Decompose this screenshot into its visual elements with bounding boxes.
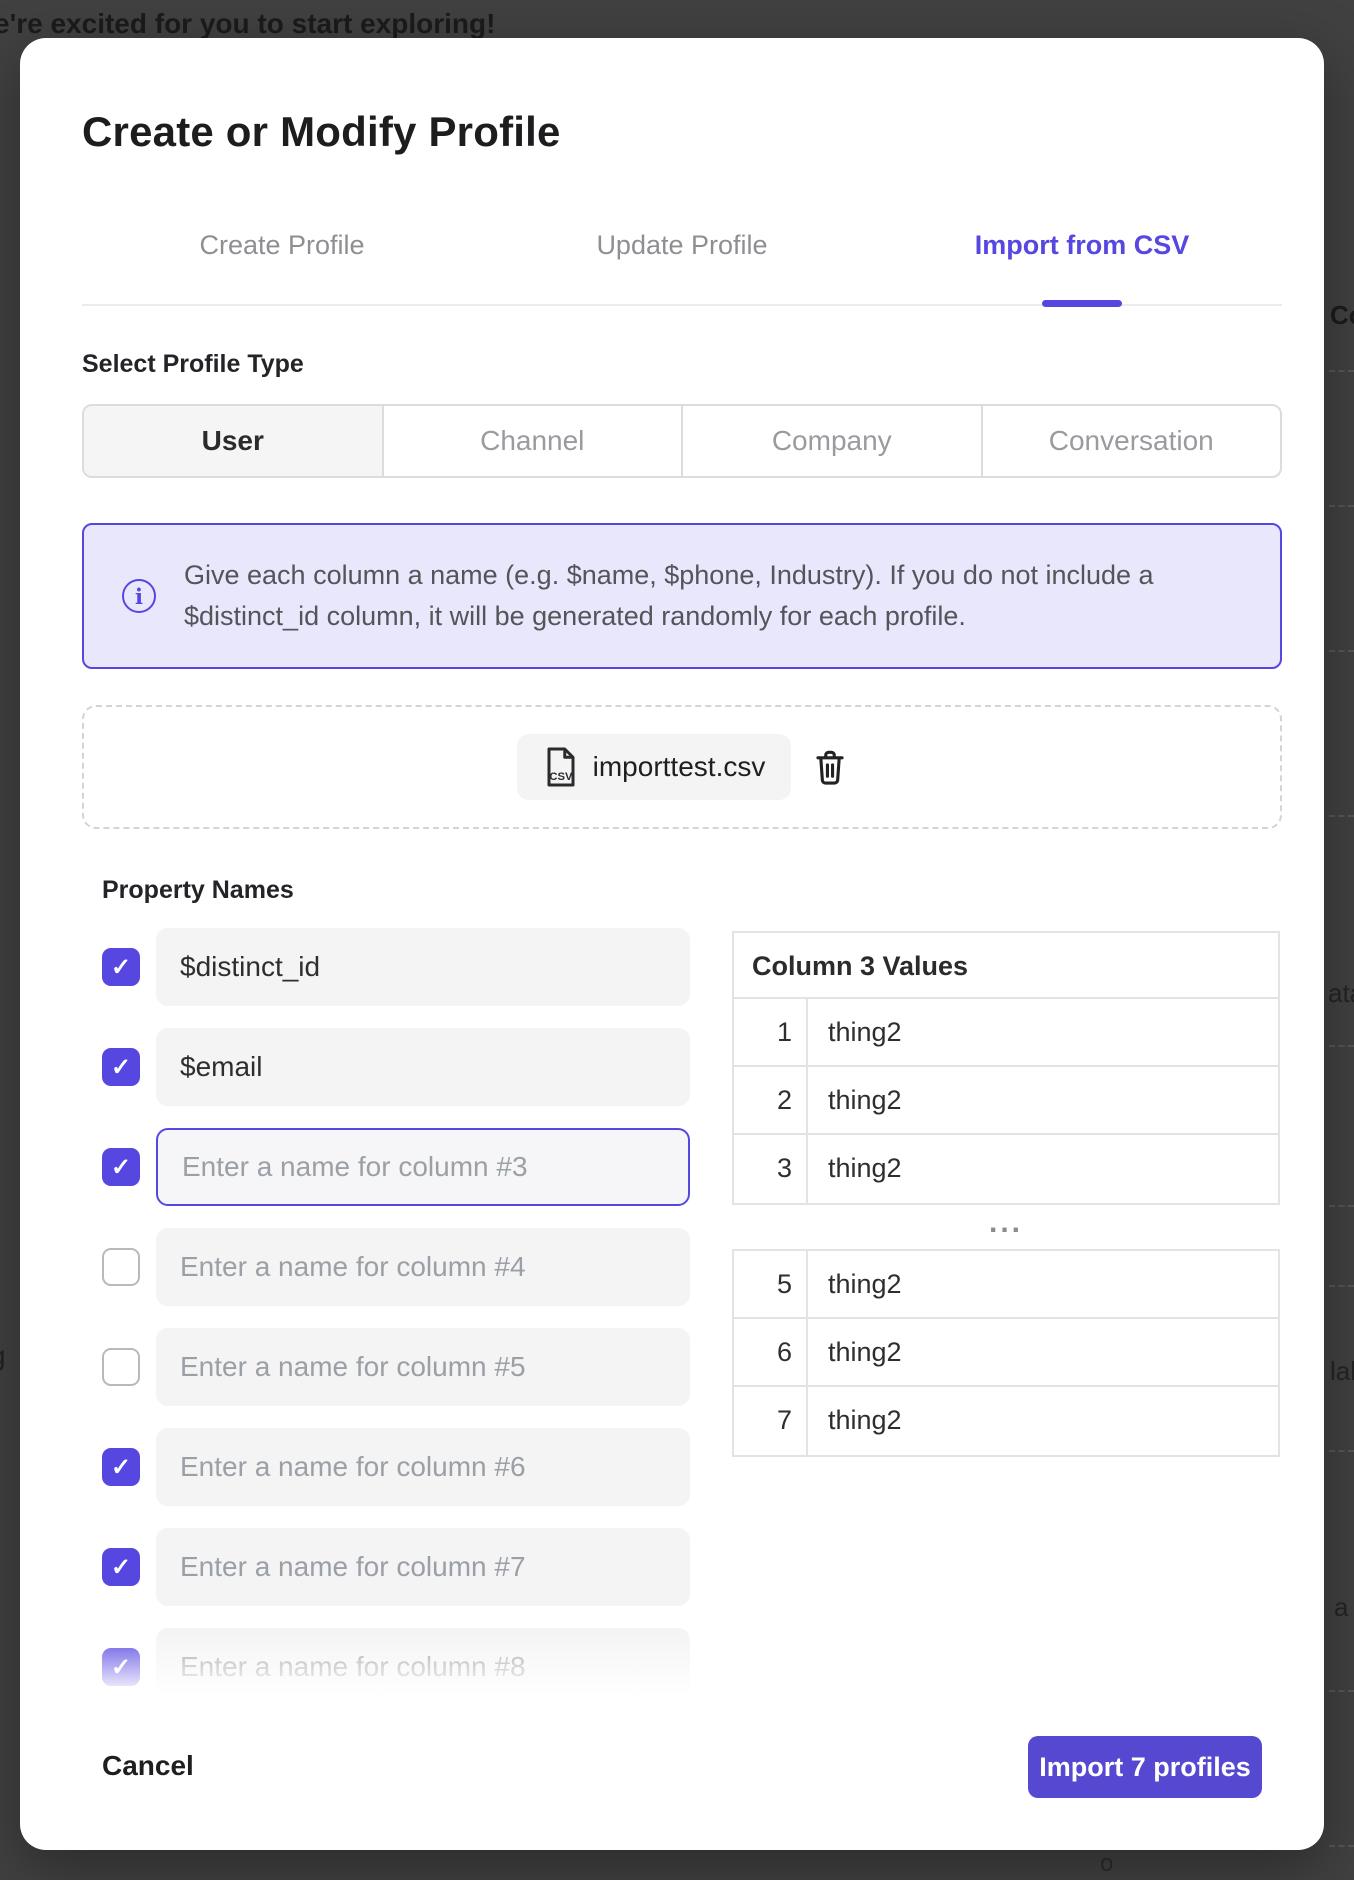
property-name-input[interactable] [156, 1428, 690, 1506]
property-row: ✓ [102, 1428, 690, 1506]
property-checkbox[interactable]: ✓ [102, 1448, 140, 1486]
values-table-header: Column 3 Values [734, 933, 1278, 999]
property-checkbox[interactable] [102, 1348, 140, 1386]
property-rows: ✓ ✓ ✓ ✓ ✓ [102, 928, 690, 1728]
property-checkbox[interactable]: ✓ [102, 1548, 140, 1586]
background-dashed-line [1329, 1450, 1354, 1452]
property-checkbox[interactable] [102, 1248, 140, 1286]
property-row [102, 1328, 690, 1406]
table-row: 7 thing2 [734, 1387, 1278, 1455]
background-fragment: a [1334, 1592, 1348, 1623]
row-value-cell: thing2 [808, 1251, 902, 1317]
table-row: 1 thing2 [734, 999, 1278, 1067]
property-checkbox[interactable]: ✓ [102, 948, 140, 986]
segment-channel[interactable]: Channel [384, 406, 684, 476]
row-value-cell: thing2 [808, 1319, 902, 1385]
property-name-input[interactable] [156, 928, 690, 1006]
property-name-input[interactable] [156, 1128, 690, 1206]
column-values-preview: Column 3 Values 1 thing2 2 thing2 3 thin… [732, 931, 1280, 1457]
property-checkbox[interactable]: ✓ [102, 1648, 140, 1686]
property-row: ✓ [102, 1028, 690, 1106]
values-table-bottom: 5 thing2 6 thing2 7 thing2 [732, 1249, 1280, 1457]
cancel-button[interactable]: Cancel [102, 1750, 194, 1782]
info-banner-text: Give each column a name (e.g. $name, $ph… [184, 555, 1204, 637]
row-value-cell: thing2 [808, 1067, 902, 1133]
segment-user[interactable]: User [84, 406, 384, 476]
csv-file-icon: CSV [543, 746, 579, 788]
profile-type-label: Select Profile Type [82, 350, 304, 379]
segment-conversation[interactable]: Conversation [983, 406, 1281, 476]
info-icon: i [122, 579, 156, 613]
background-fragment: ata [1328, 978, 1354, 1009]
property-row: ✓ [102, 1128, 690, 1206]
row-value-cell: thing2 [808, 999, 902, 1065]
background-fragment: o [1100, 1850, 1113, 1878]
trash-icon [813, 748, 847, 786]
property-name-input[interactable] [156, 1228, 690, 1306]
background-dashed-line [1329, 1205, 1354, 1207]
delete-file-button[interactable] [813, 748, 847, 786]
values-table-top: Column 3 Values 1 thing2 2 thing2 3 thin… [732, 931, 1280, 1205]
create-or-modify-profile-modal: Create or Modify Profile Create Profile … [20, 38, 1324, 1850]
import-profiles-button[interactable]: Import 7 profiles [1028, 1736, 1262, 1798]
row-number-cell: 6 [734, 1319, 808, 1385]
svg-text:CSV: CSV [549, 771, 573, 783]
background-fragment: lab [1330, 1356, 1354, 1387]
property-checkbox[interactable]: ✓ [102, 1048, 140, 1086]
background-dashed-line [1329, 1285, 1354, 1287]
row-number-cell: 3 [734, 1135, 808, 1203]
property-row: ✓ [102, 1528, 690, 1606]
background-fragment: Co [1330, 300, 1354, 331]
property-name-input[interactable] [156, 1628, 690, 1706]
row-number-cell: 2 [734, 1067, 808, 1133]
property-name-input[interactable] [156, 1328, 690, 1406]
csv-filename: importtest.csv [593, 751, 766, 783]
table-ellipsis: ... [732, 1205, 1280, 1249]
active-tab-underline [1042, 300, 1122, 307]
page-title: Create or Modify Profile [82, 108, 561, 156]
tab-update-profile[interactable]: Update Profile [482, 220, 882, 270]
segment-company[interactable]: Company [683, 406, 983, 476]
background-banner-text: e're excited for you to start exploring! [0, 8, 495, 40]
modal-tabs: Create Profile Update Profile Import fro… [82, 220, 1282, 270]
background-dashed-line [1329, 650, 1354, 652]
property-names-label: Property Names [102, 876, 294, 905]
background-dashed-line [1329, 1845, 1354, 1847]
table-row: 6 thing2 [734, 1319, 1278, 1387]
profile-type-segmented-control: User Channel Company Conversation [82, 404, 1282, 478]
table-row: 2 thing2 [734, 1067, 1278, 1135]
row-value-cell: thing2 [808, 1387, 902, 1455]
property-name-input[interactable] [156, 1028, 690, 1106]
background-dashed-line [1329, 1045, 1354, 1047]
table-row: 3 thing2 [734, 1135, 1278, 1203]
property-row: ✓ [102, 1628, 690, 1706]
upload-dropzone[interactable]: CSV importtest.csv [82, 705, 1282, 829]
row-value-cell: thing2 [808, 1135, 902, 1203]
background-fragment: g [0, 1340, 6, 1372]
row-number-cell: 1 [734, 999, 808, 1065]
info-banner: i Give each column a name (e.g. $name, $… [82, 523, 1282, 669]
background-dashed-line [1329, 505, 1354, 507]
row-number-cell: 7 [734, 1387, 808, 1455]
background-dashed-line [1329, 370, 1354, 372]
csv-file-chip: CSV importtest.csv [517, 734, 792, 800]
property-row: ✓ [102, 928, 690, 1006]
page: e're excited for you to start exploring!… [0, 0, 1354, 1880]
table-row: 5 thing2 [734, 1251, 1278, 1319]
background-dashed-line [1329, 815, 1354, 817]
row-number-cell: 5 [734, 1251, 808, 1317]
tab-create-profile[interactable]: Create Profile [82, 220, 482, 270]
background-dashed-line [1329, 1690, 1354, 1692]
property-row [102, 1228, 690, 1306]
property-name-input[interactable] [156, 1528, 690, 1606]
tab-import-from-csv[interactable]: Import from CSV [882, 220, 1282, 270]
property-checkbox[interactable]: ✓ [102, 1148, 140, 1186]
